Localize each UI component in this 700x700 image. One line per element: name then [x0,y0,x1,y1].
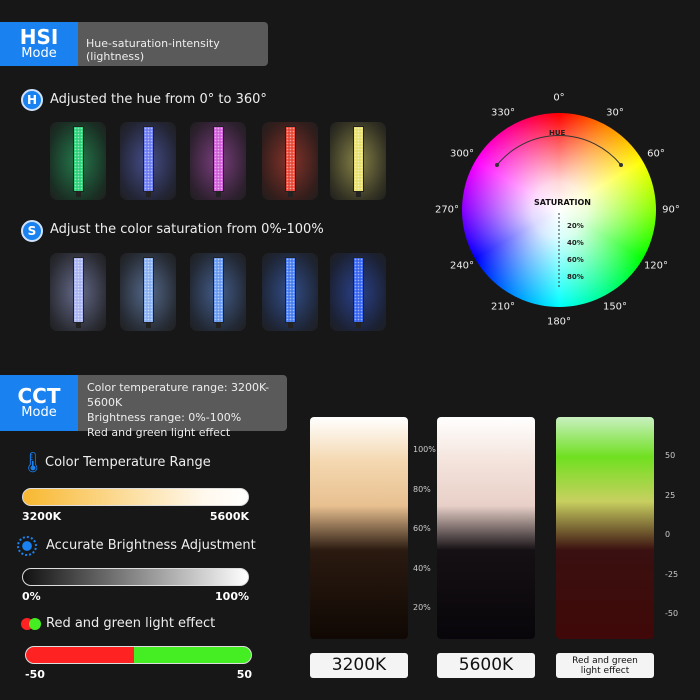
saturation-label: SATURATION [534,198,591,207]
saturation-badge-icon: S [21,220,43,242]
hue-sample-card [50,122,106,200]
sat-sample-card [120,253,176,331]
temperature-max: 5600K [209,510,249,523]
light-stick-base [216,323,221,328]
light-stick-base [146,323,151,328]
cct-subtitle: Mode [21,405,57,420]
green-dot-icon [29,618,41,630]
hue-angle-label: 240° [449,260,475,272]
hue-angle-label: 210° [490,301,516,313]
light-stick [73,257,84,323]
light-stick-base [76,323,81,328]
hsi-description: Hue-saturation-intensity (lightness) [78,22,268,66]
light-stick [285,126,296,192]
light-stick-base [76,192,81,197]
red-green-scale-label: 50 [665,451,676,460]
hsi-subtitle: Mode [21,46,57,61]
light-stick-base [356,192,361,197]
hue-angle-label: 300° [449,148,475,160]
brightness-scale-label: 40% [413,563,431,573]
cct-title: CCT [17,384,61,408]
saturation-tick: 40% [567,239,584,247]
light-stick-base [216,192,221,197]
light-stick-base [288,323,293,328]
thermometer-icon: 🌡︎ [20,450,46,474]
light-stick [143,126,154,192]
hue-angle-label: 120° [643,260,669,272]
saturation-heading: Adjust the color saturation from 0%-100% [50,222,324,237]
cct-line: Brightness range: 0%-100% [87,411,242,424]
label-5600k: 5600K [437,653,535,678]
red-green-bar [25,646,252,664]
cct-line: Color temperature range: 3200K-5600K [87,381,270,409]
cct-mode-badge: CCT Mode [0,375,78,431]
red-green-min: -50 [25,668,45,681]
brightness-min: 0% [22,590,41,603]
light-stick [143,257,154,323]
label-red-green: Red and green light effect [556,653,654,678]
sat-sample-card [50,253,106,331]
light-stick [353,257,364,323]
temperature-heading: Color Temperature Range [45,455,211,470]
sat-sample-card [190,253,246,331]
saturation-tick: 20% [567,222,584,230]
red-green-scale-label: -50 [665,609,679,618]
light-stick-base [146,192,151,197]
hue-sample-card [190,122,246,200]
temperature-min: 3200K [22,510,62,523]
sat-sample-card [330,253,386,331]
hue-angle-label: 0° [553,92,565,104]
sat-sample-card [262,253,318,331]
brightness-bar [22,568,249,586]
photo-red-green [556,417,654,639]
brightness-icon [17,536,37,556]
temperature-bar [22,488,249,506]
light-stick [73,126,84,192]
hue-arc [495,135,623,288]
hsi-title: HSI [19,25,59,49]
light-stick [213,257,224,323]
red-green-scale-label: 0 [665,530,671,539]
hue-angle-label: 30° [606,107,624,119]
photo-5600k [437,417,535,639]
red-green-scale-label: -25 [665,569,679,579]
cct-description: Color temperature range: 3200K-5600K Bri… [78,375,287,439]
light-stick [353,126,364,192]
light-stick-base [288,192,293,197]
red-green-heading: Red and green light effect [46,616,216,631]
light-stick [213,126,224,192]
hue-heading: Adjusted the hue from 0° to 360° [50,92,267,107]
brightness-scale-label: 80% [413,484,431,494]
brightness-scale-label: 100% [413,445,436,454]
cct-line: Red and green light effect [87,426,231,439]
hue-sample-card [120,122,176,200]
red-green-scale-label: 25 [665,490,676,500]
brightness-scale-label: 20% [413,603,431,612]
hue-sample-card [330,122,386,200]
light-stick-base [356,323,361,328]
hue-angle-label: 60° [647,148,665,160]
brightness-max: 100% [215,590,249,603]
brightness-scale-label: 60% [413,524,431,533]
saturation-tick: 80% [567,273,584,281]
hue-badge-icon: H [21,89,43,111]
hue-angle-label: 180° [546,316,572,328]
red-green-max: 50 [236,668,252,681]
photo-3200k [310,417,408,639]
hue-angle-label: 330° [490,107,516,119]
saturation-tick: 60% [567,256,584,264]
brightness-heading: Accurate Brightness Adjustment [46,538,256,553]
hue-angle-label: 150° [602,301,628,313]
hue-sample-card [262,122,318,200]
label-3200k: 3200K [310,653,408,678]
hue-label: HUE [549,129,566,137]
hue-angle-label: 270° [434,204,460,216]
hsi-mode-badge: HSI Mode [0,22,78,66]
light-stick [285,257,296,323]
hue-angle-label: 90° [662,204,680,216]
